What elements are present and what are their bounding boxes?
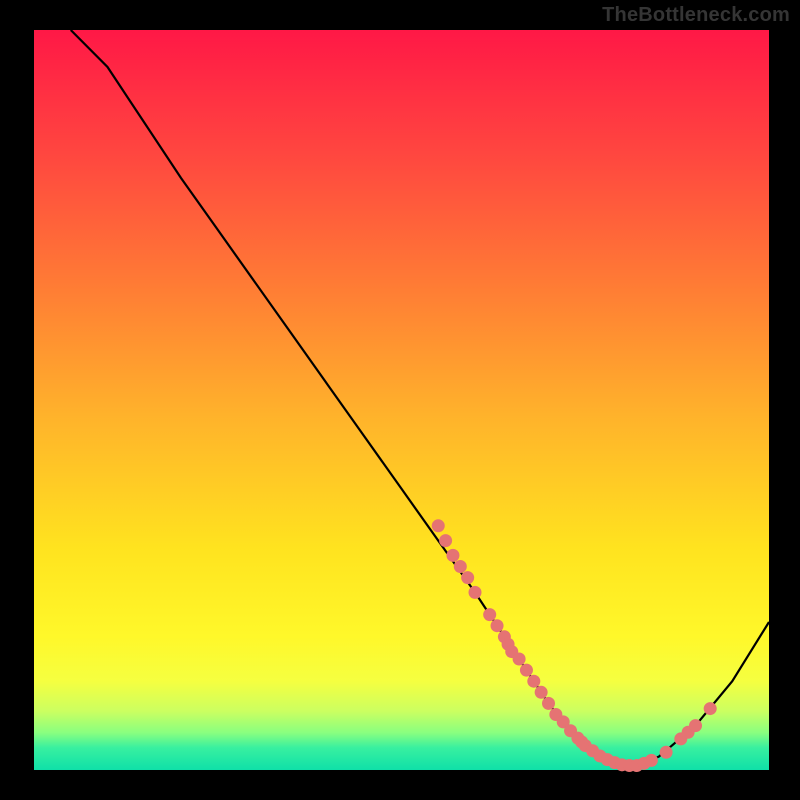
data-point — [535, 686, 548, 699]
chart-svg — [34, 30, 769, 770]
data-point — [461, 571, 474, 584]
data-point — [454, 560, 467, 573]
data-point — [491, 619, 504, 632]
bottleneck-curve — [71, 30, 769, 766]
data-point — [527, 675, 540, 688]
data-point — [513, 653, 526, 666]
data-point — [704, 702, 717, 715]
data-point — [469, 586, 482, 599]
data-point — [432, 519, 445, 532]
attribution-text: TheBottleneck.com — [602, 4, 790, 27]
data-point — [645, 754, 658, 767]
data-point — [446, 549, 459, 562]
data-point — [660, 746, 673, 759]
chart-frame: TheBottleneck.com — [0, 0, 800, 800]
data-point — [439, 534, 452, 547]
data-point — [689, 719, 702, 732]
data-point — [520, 664, 533, 677]
data-point — [542, 697, 555, 710]
data-point — [483, 608, 496, 621]
data-points-group — [432, 519, 717, 772]
